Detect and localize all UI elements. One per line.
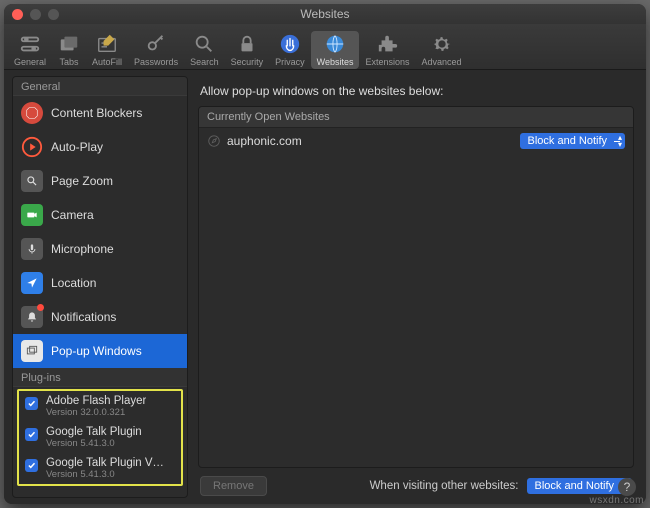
footer-label: When visiting other websites: [370, 480, 519, 492]
plugin-item-google-talk-video[interactable]: Google Talk Plugin Vid… Version 5.41.3.0 [19, 453, 181, 484]
camera-icon [21, 204, 43, 226]
toolbar-websites[interactable]: Websites [311, 31, 360, 69]
search-icon [193, 33, 215, 55]
key-icon [145, 33, 167, 55]
notification-badge [37, 304, 44, 311]
toolbar-general[interactable]: General [8, 31, 52, 69]
location-arrow-icon [21, 272, 43, 294]
toolbar-extensions[interactable]: Extensions [359, 31, 415, 69]
content-area: General Content Blockers Auto-Play Page … [4, 70, 646, 504]
checkbox-icon[interactable] [25, 397, 38, 410]
list-subheader: Currently Open Websites [199, 107, 633, 128]
zoom-icon [21, 170, 43, 192]
sidebar-item-page-zoom[interactable]: Page Zoom [13, 164, 187, 198]
checkbox-icon[interactable] [25, 459, 38, 472]
preferences-window: Websites General Tabs AutoFill Passwords… [4, 4, 646, 504]
sidebar-item-content-blockers[interactable]: Content Blockers [13, 96, 187, 130]
plugin-item-google-talk[interactable]: Google Talk Plugin Version 5.41.3.0 [19, 422, 181, 453]
toolbar-tabs[interactable]: Tabs [52, 31, 86, 69]
window-title: Websites [4, 7, 646, 21]
sidebar-item-auto-play[interactable]: Auto-Play [13, 130, 187, 164]
sidebar-item-notifications[interactable]: Notifications [13, 300, 187, 334]
default-policy-select[interactable]: Block and Notify ▴▾ [527, 478, 632, 494]
websites-list: Currently Open Websites auphonic.com Blo… [198, 106, 634, 468]
website-domain: auphonic.com [227, 134, 302, 148]
help-button[interactable]: ? [618, 478, 636, 496]
watermark: wsxdn.com [589, 495, 644, 506]
switches-icon [19, 33, 41, 55]
sidebar-header-general: General [13, 77, 187, 96]
sidebar-header-plugins: Plug-ins [13, 368, 187, 387]
globe-icon [324, 33, 346, 55]
toolbar-search[interactable]: Search [184, 31, 225, 69]
lock-icon [236, 33, 258, 55]
preferences-toolbar: General Tabs AutoFill Passwords Search S… [4, 24, 646, 70]
toolbar-passwords[interactable]: Passwords [128, 31, 184, 69]
policy-select[interactable]: Block and Notify ▴▾ [520, 133, 625, 149]
windows-icon [21, 340, 43, 362]
chevron-updown-icon: ▴▾ [618, 134, 622, 148]
remove-button[interactable]: Remove [200, 476, 267, 496]
pencil-form-icon [96, 33, 118, 55]
titlebar[interactable]: Websites [4, 4, 646, 24]
toolbar-autofill[interactable]: AutoFill [86, 31, 128, 69]
gear-icon [431, 33, 453, 55]
plugins-highlight-box: Adobe Flash Player Version 32.0.0.321 Go… [17, 389, 183, 486]
checkbox-icon[interactable] [25, 428, 38, 441]
play-icon [21, 136, 43, 158]
main-panel: Allow pop-up windows on the websites bel… [188, 70, 646, 504]
sidebar-item-microphone[interactable]: Microphone [13, 232, 187, 266]
website-row[interactable]: auphonic.com Block and Notify ▴▾ [199, 128, 633, 154]
stop-sign-icon [21, 102, 43, 124]
sidebar: General Content Blockers Auto-Play Page … [12, 76, 188, 498]
main-footer: Remove When visiting other websites: Blo… [198, 468, 634, 498]
sidebar-item-camera[interactable]: Camera [13, 198, 187, 232]
plugin-item-adobe-flash[interactable]: Adobe Flash Player Version 32.0.0.321 [19, 391, 181, 422]
main-heading: Allow pop-up windows on the websites bel… [200, 84, 632, 98]
puzzle-icon [377, 33, 399, 55]
tabs-icon [58, 33, 80, 55]
compass-icon [207, 134, 221, 148]
sidebar-item-location[interactable]: Location [13, 266, 187, 300]
toolbar-advanced[interactable]: Advanced [416, 31, 468, 69]
toolbar-security[interactable]: Security [225, 31, 270, 69]
microphone-icon [21, 238, 43, 260]
toolbar-privacy[interactable]: Privacy [269, 31, 311, 69]
sidebar-item-popup-windows[interactable]: Pop-up Windows [13, 334, 187, 368]
hand-icon [279, 33, 301, 55]
